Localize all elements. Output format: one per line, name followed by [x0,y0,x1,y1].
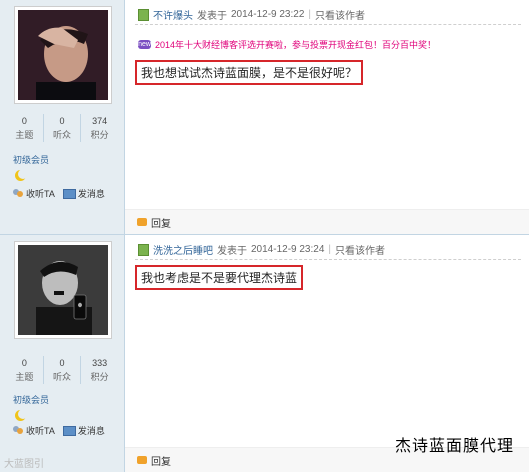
post-1: 0 主题 0 听众 374 积分 初级会员 收听TA 发消息 不许爆头 发表于 … [0,0,529,235]
moon-icon [15,169,28,181]
divider [135,24,521,25]
post-content: 我也想试试杰诗蓝面膜，是不是很好呢？ [135,60,364,85]
reply-icon [137,456,147,464]
post-datetime: 2014-12-9 23:24 [251,244,325,255]
moon-icon [15,409,28,421]
avatar[interactable] [14,6,112,104]
stat-listeners[interactable]: 0 听众 [42,114,81,142]
user-rank[interactable]: 初级会员 [13,153,49,166]
message-button[interactable]: 发消息 [62,187,105,200]
stat-label: 听众 [53,372,72,382]
follow-label: 收听TA [26,426,55,436]
promo-text: 2014年十大财经博客评选开赛啦，参与投票开现金红包！百分百中奖！ [155,40,437,50]
post-meta: 洗洗之后睡吧 发表于 2014-12-9 23:24 | 只看该作者 [138,242,385,257]
stat-label: 积分 [90,372,109,382]
users-icon [13,189,24,198]
separator: | [308,9,312,20]
stat-value: 0 [21,358,27,368]
message-button[interactable]: 发消息 [62,424,105,437]
mail-icon [62,425,76,436]
user-sidebar: 0 主题 0 听众 374 积分 初级会员 收听TA 发消息 [0,0,125,234]
follow-button[interactable]: 收听TA [13,424,55,437]
stat-label: 主题 [15,130,34,140]
reply-button[interactable]: 回复 [151,215,171,230]
watermark-text: 杰诗蓝面膜代理 [394,436,514,455]
divider [135,259,521,260]
stat-value: 0 [59,116,65,126]
only-author-link[interactable]: 只看该作者 [335,242,385,257]
stat-value: 374 [92,116,108,126]
stat-label: 听众 [53,130,72,140]
stat-value: 333 [92,358,108,368]
corner-watermark: 大蓝图引 [4,459,44,470]
separator: | [328,244,332,255]
stat-topics[interactable]: 0 主题 [6,114,43,142]
follow-label: 收听TA [26,189,55,199]
user-actions: 收听TA 发消息 [13,424,105,437]
user-rank[interactable]: 初级会员 [13,393,49,406]
new-tag-icon: new [138,40,151,49]
post-content: 我也考虑是不是要代理杰诗蓝 [135,265,304,290]
user-icon [138,8,149,21]
author-link[interactable]: 不许爆头 [153,7,193,22]
stat-value: 0 [21,116,27,126]
follow-button[interactable]: 收听TA [13,187,55,200]
reply-icon [137,218,147,226]
user-actions: 收听TA 发消息 [13,187,105,200]
posted-label: 发表于 [217,246,247,257]
stat-value: 0 [59,358,65,368]
user-stats: 0 主题 0 听众 374 积分 [6,114,118,142]
only-author-link[interactable]: 只看该作者 [315,7,365,22]
stat-points[interactable]: 333 积分 [80,356,118,384]
message-label: 发消息 [77,426,105,436]
promo-link[interactable]: new 2014年十大财经博客评选开赛啦，参与投票开现金红包！百分百中奖！ [138,38,436,51]
mail-icon [62,188,76,199]
reply-button[interactable]: 回复 [151,453,171,468]
avatar[interactable] [14,241,112,339]
reply-bar: 回复 [125,209,529,234]
stat-label: 积分 [90,130,109,140]
post-main: 不许爆头 发表于 2014-12-9 23:22 | 只看该作者 new 201… [125,0,529,234]
post-meta: 不许爆头 发表于 2014-12-9 23:22 | 只看该作者 [138,7,365,22]
user-icon [138,243,149,256]
users-icon [13,426,24,435]
avatar-image [18,245,108,335]
post-datetime: 2014-12-9 23:22 [231,9,305,20]
stat-points[interactable]: 374 积分 [80,114,118,142]
stat-listeners[interactable]: 0 听众 [42,356,81,384]
stat-topics[interactable]: 0 主题 [6,356,43,384]
user-stats: 0 主题 0 听众 333 积分 [6,356,118,384]
avatar-image [18,10,108,100]
posted-label: 发表于 [197,11,227,22]
stat-label: 主题 [15,372,34,382]
author-link[interactable]: 洗洗之后睡吧 [153,242,213,257]
message-label: 发消息 [77,189,105,199]
